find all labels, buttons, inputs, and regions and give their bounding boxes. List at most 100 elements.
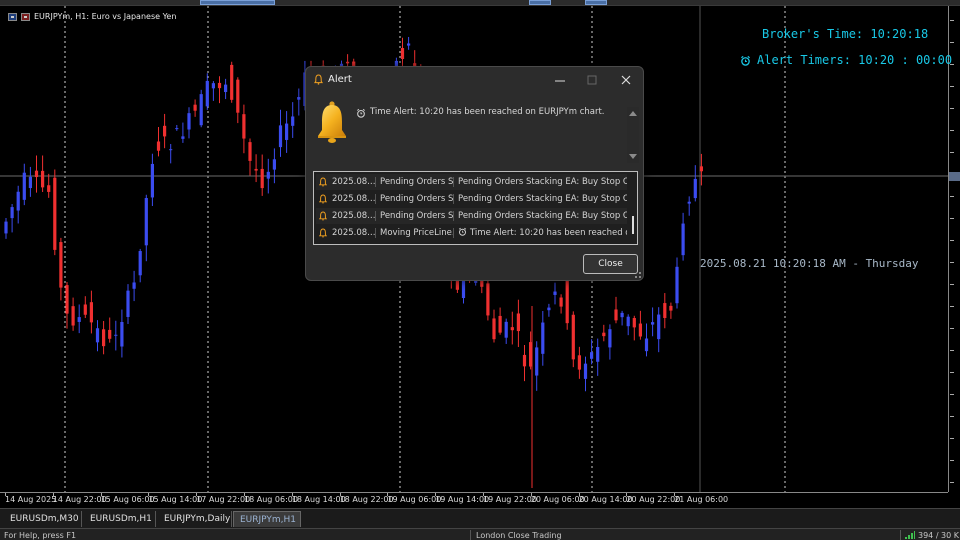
- candle-body: [535, 347, 539, 376]
- candle-body: [583, 363, 588, 379]
- price-scale-tick: [950, 130, 954, 131]
- price-scale-tick: [950, 438, 954, 439]
- candle-body: [699, 166, 703, 172]
- candle-body: [492, 318, 496, 340]
- candle-body: [541, 322, 545, 354]
- dialog-titlebar[interactable]: Alert: [306, 67, 643, 93]
- tab-eurjpym-daily[interactable]: EURJPYm,Daily: [158, 511, 232, 527]
- list-scroll-thumb[interactable]: [632, 216, 634, 234]
- scroll-down-icon[interactable]: [629, 154, 637, 159]
- symbol-title-text: EURJPYm, H1: Euro vs Japanese Yen: [34, 12, 177, 21]
- list-scrollbar[interactable]: [629, 172, 637, 244]
- alert-row-source: Moving PriceLine…: [376, 228, 454, 238]
- candle-body: [16, 191, 20, 211]
- candle-body: [291, 116, 295, 126]
- alert-row-message: Pending Orders Stacking EA: Buy Stop Ord…: [458, 177, 627, 187]
- candle-body: [138, 251, 142, 276]
- tab-eurusdm-h1[interactable]: EURUSDm,H1: [84, 511, 156, 527]
- candle-body: [53, 177, 57, 250]
- candle-body: [4, 221, 8, 234]
- price-scale-tick: [950, 152, 954, 153]
- bell-icon: [316, 194, 330, 204]
- alert-row[interactable]: 2025.08.… Pending Orders S… Pending Orders…: [316, 174, 627, 190]
- toolbar-button[interactable]: [200, 0, 275, 5]
- close-button[interactable]: Close: [583, 254, 638, 274]
- alert-row-message: Pending Orders Stacking EA: Buy Stop Ord…: [458, 194, 627, 204]
- alert-dialog: Alert Time Alert: 10:20 has been reached…: [305, 66, 644, 281]
- tab-eurjpym-h1[interactable]: EURJPYm,H1: [233, 511, 301, 527]
- price-scale-tick: [950, 284, 954, 285]
- alert-row-time: 2025.08.…: [332, 211, 376, 221]
- price-scale-tick: [950, 218, 954, 219]
- time-axis-tick: [148, 493, 150, 496]
- resize-grip-icon[interactable]: [635, 272, 641, 278]
- candle-body: [89, 302, 93, 323]
- time-axis-label: 14 Aug 22:00: [52, 495, 107, 504]
- status-separator: [470, 530, 471, 540]
- price-scale-tick: [950, 196, 954, 197]
- candle-body: [254, 168, 258, 171]
- time-axis-tick: [530, 493, 532, 496]
- chart-properties-icon[interactable]: [21, 12, 30, 21]
- candle-body: [34, 170, 39, 178]
- toolbar-button[interactable]: [585, 0, 607, 5]
- time-axis-tick: [5, 493, 6, 496]
- alert-history-list[interactable]: 2025.08.… Pending Orders S… Pending Orders…: [313, 171, 638, 245]
- time-axis-label: 18 Aug 06:00: [244, 495, 298, 504]
- time-axis-tick: [483, 493, 484, 496]
- time-axis-label: 19 Aug 14:00: [435, 495, 490, 504]
- candle-body: [41, 170, 45, 188]
- alert-row[interactable]: 2025.08.… Pending Orders S… Pending Orders…: [316, 208, 627, 224]
- alert-timers: Alert Timers: 10:20 : 00:00: [740, 53, 952, 67]
- minimize-button[interactable]: [546, 70, 574, 90]
- broker-time: Broker's Time: 10:20:18: [762, 27, 929, 41]
- alert-row-source: Pending Orders S…: [376, 194, 454, 204]
- candle-body: [663, 303, 667, 318]
- message-scrollbar[interactable]: [627, 107, 639, 163]
- dialog-title: Alert: [328, 74, 352, 85]
- candle-body: [547, 307, 551, 311]
- time-axis-label: 20 Aug 14:00: [578, 495, 633, 504]
- status-profile[interactable]: London Close Trading: [476, 531, 562, 540]
- alert-row[interactable]: 2025.08.… Pending Orders S… Pending Orders…: [316, 191, 627, 207]
- candle-body: [272, 159, 276, 170]
- scroll-up-icon[interactable]: [629, 111, 637, 116]
- candle-body: [65, 285, 69, 314]
- candle-body: [205, 80, 209, 107]
- price-scale-tick: [950, 350, 954, 351]
- candle-body: [278, 125, 283, 148]
- status-help: For Help, press F1: [4, 531, 77, 540]
- candle-body: [22, 172, 26, 200]
- candle-body: [620, 312, 624, 318]
- candle-body: [47, 185, 51, 192]
- price-scale-tick: [950, 86, 954, 87]
- candle-body: [577, 355, 581, 370]
- time-axis-label: 19 Aug 06:00: [387, 495, 442, 504]
- close-window-button[interactable]: [612, 70, 640, 90]
- time-axis: 14 Aug 2025 14 Aug 22:00 15 Aug 06:00 15 Au…: [0, 492, 948, 508]
- toolbar-button[interactable]: [529, 0, 551, 5]
- candle-body: [211, 83, 215, 89]
- bell-icon: [314, 74, 323, 85]
- time-axis-tick: [339, 493, 341, 496]
- chart-tabs: EURUSDm,M30 EURUSDm,H1 EURJPYm,Daily EUR…: [0, 508, 960, 528]
- price-scale-tick: [950, 262, 954, 263]
- alarm-clock-icon: [356, 108, 366, 118]
- alert-row-message-cell: Time Alert: 10:20 has been reached on …: [454, 227, 627, 239]
- candle-body: [242, 114, 246, 139]
- alert-row-message-cell: Pending Orders Stacking EA: Buy Stop Ord…: [454, 211, 627, 221]
- close-icon: [621, 75, 631, 85]
- alert-row[interactable]: 2025.08.… Moving PriceLine… Time Alert: 10…: [316, 225, 627, 241]
- candle-body: [602, 332, 606, 337]
- price-scale[interactable]: [948, 6, 960, 492]
- candle-body: [516, 313, 520, 332]
- chart-menu-icon[interactable]: [8, 12, 17, 21]
- candle-body: [10, 207, 14, 219]
- candle-body: [248, 142, 252, 161]
- candle-body: [236, 79, 240, 113]
- tab-eurusdm-m30[interactable]: EURUSDm,M30: [4, 511, 82, 527]
- time-axis-tick: [578, 493, 580, 496]
- candle-body: [59, 242, 63, 288]
- candle-body: [285, 123, 289, 140]
- candle-body: [644, 338, 649, 352]
